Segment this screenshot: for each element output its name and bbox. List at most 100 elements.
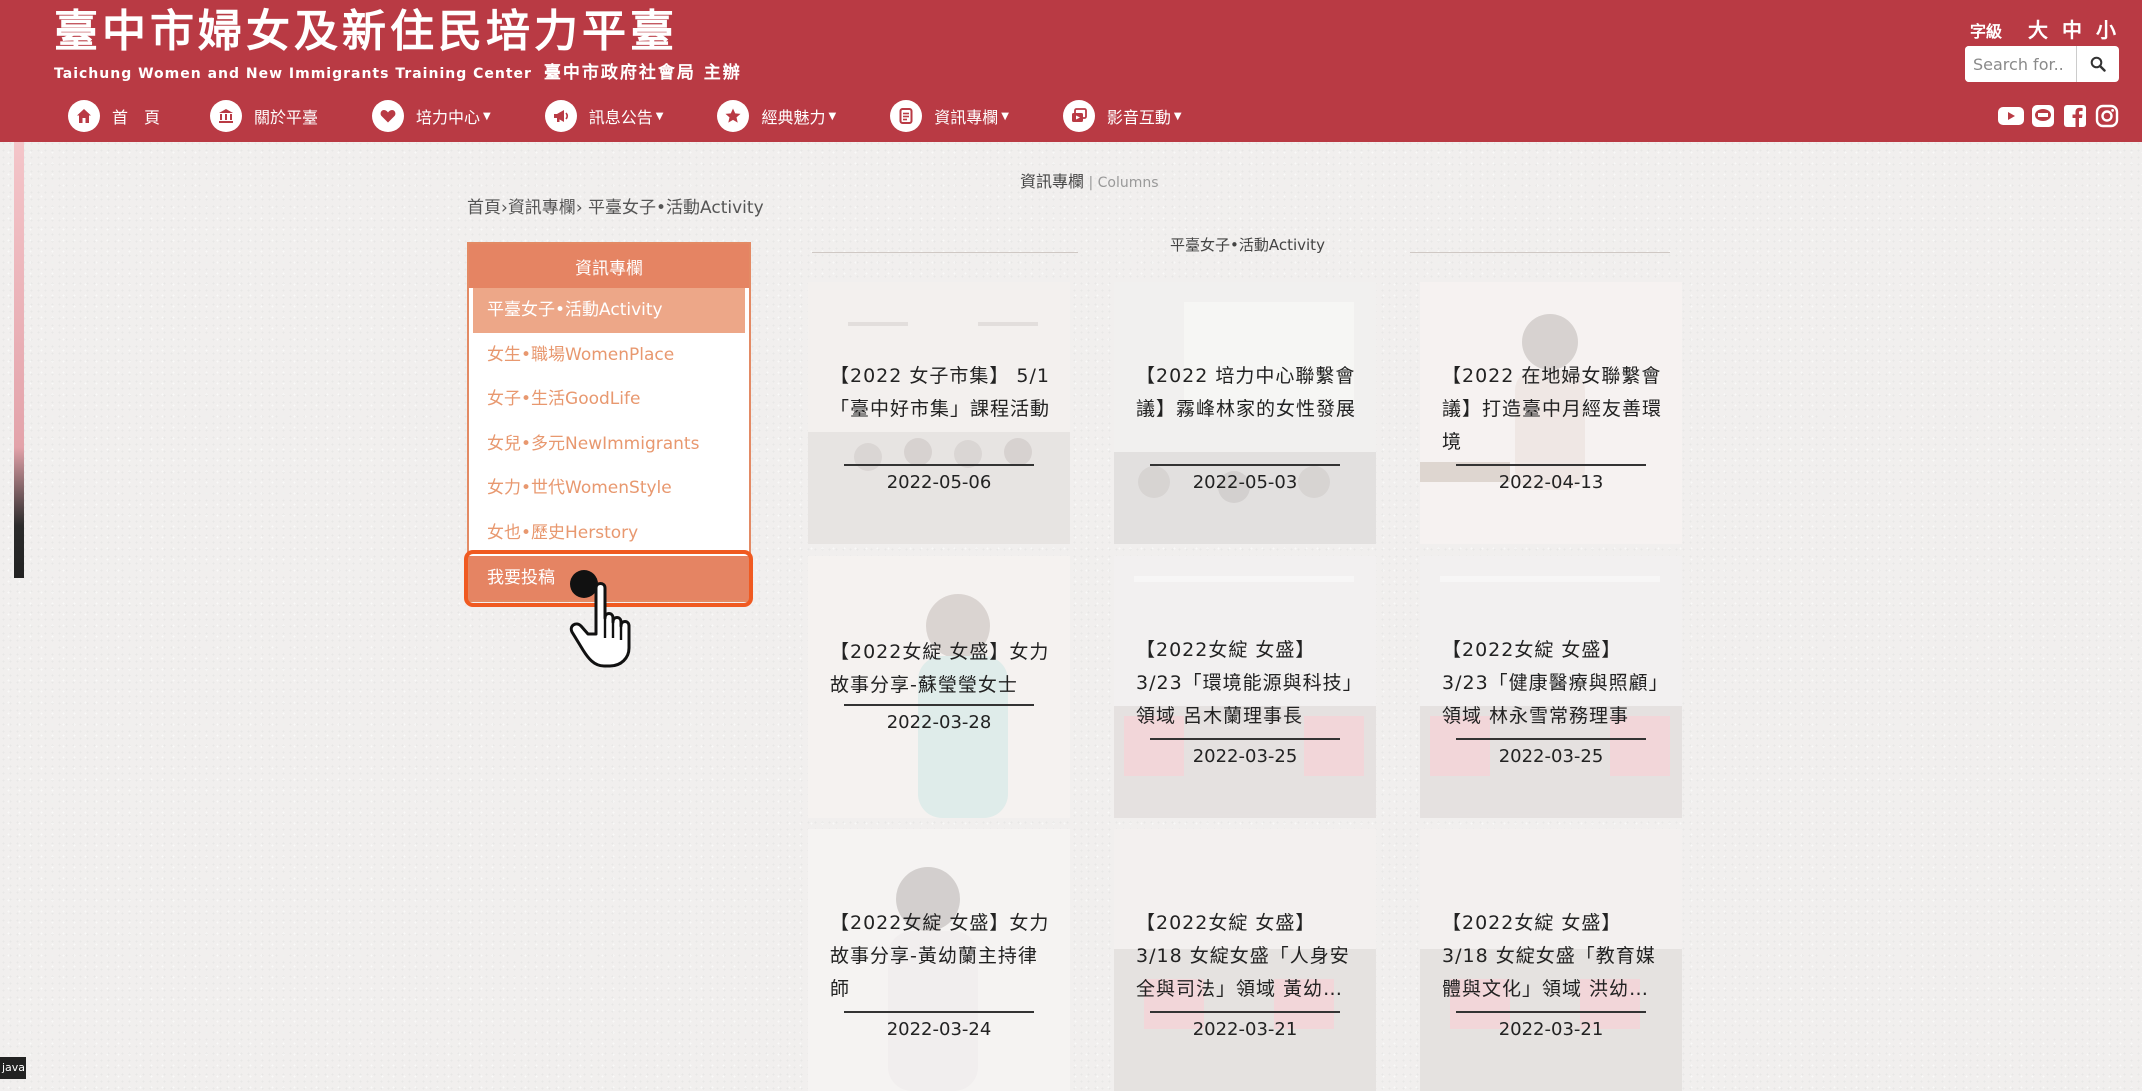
article-date: 2022-03-25: [1456, 738, 1646, 767]
article-date: 2022-03-21: [1150, 1011, 1340, 1040]
site-subtitle: Taichung Women and New Immigrants Traini…: [54, 58, 742, 83]
line-icon: [2032, 105, 2054, 127]
article-card[interactable]: 【2022女綻 女盛】 3/18 女綻女盛「教育媒體與文化」領域 洪幼蘭校長 2…: [1420, 829, 1682, 1091]
nav-label: 經典魅力: [761, 108, 826, 127]
youtube-link[interactable]: [1997, 103, 2025, 129]
breadcrumb-separator: ›: [575, 198, 583, 218]
article-date: 2022-03-25: [1150, 738, 1340, 767]
article-card[interactable]: 【2022女綻 女盛】 3/23「環境能源與科技」領域 呂木蘭理事長 2022-…: [1114, 556, 1376, 818]
article-title: 【2022女綻 女盛】 3/18 女綻女盛「人身安全與司法」領域 黃幼蘭律師: [1136, 912, 1350, 1000]
font-size-large[interactable]: 大: [2028, 18, 2048, 42]
nav-label: 關於平臺: [254, 108, 319, 127]
section-divider: [1410, 252, 1670, 253]
article-card[interactable]: 【2022女綻 女盛】女力故事分享-蘇瑩瑩女士 2022-03-28: [808, 556, 1070, 818]
sidebar-title: 資訊專欄: [469, 244, 749, 288]
youtube-icon: [1998, 107, 2024, 125]
java-badge: java: [0, 1057, 26, 1079]
nav-item-announcements[interactable]: 訊息公告 ▼: [544, 100, 664, 132]
article-card[interactable]: 【2022女綻 女盛】女力故事分享-黃幼蘭主持律師 2022-03-24: [808, 829, 1070, 1091]
article-title: 【2022 在地婦女聯繫會議】打造臺中月經友善環境: [1442, 365, 1663, 453]
nav-label: 首 頁: [112, 108, 161, 127]
chevron-down-icon: ▼: [655, 110, 664, 122]
article-title: 【2022女綻 女盛】 3/18 女綻女盛「教育媒體與文化」領域 洪幼蘭校長: [1442, 912, 1656, 1000]
article-card[interactable]: 【2022 女子市集】 5/1「臺中好市集」課程活動 2022-05-06: [808, 282, 1070, 544]
breadcrumb-separator: ›: [501, 198, 508, 218]
font-size-selector: 字級 大中小: [1970, 14, 2116, 43]
social-links: [1993, 103, 2121, 129]
document-icon: [890, 100, 923, 132]
facebook-link[interactable]: [2061, 103, 2089, 129]
sidebar-item-womenstyle[interactable]: 女力•世代WomenStyle: [473, 466, 745, 511]
site-subtitle-org: 臺中市政府社會局 主辦: [543, 63, 742, 83]
article-date: 2022-03-21: [1456, 1011, 1646, 1040]
article-title: 【2022 培力中心聯繫會議】霧峰林家的女性發展: [1136, 365, 1357, 420]
search-input[interactable]: [1965, 46, 2073, 82]
page-title-en: Columns: [1097, 175, 1159, 191]
article-date: 2022-05-03: [1150, 464, 1340, 493]
megaphone-icon: [544, 100, 577, 132]
nav-item-training-center[interactable]: 培力中心 ▼: [372, 100, 491, 132]
submit-article-button[interactable]: 我要投稿: [469, 555, 749, 601]
sidebar-item-activity[interactable]: 平臺女子•活動Activity: [473, 288, 745, 333]
sidebar-item-womenplace[interactable]: 女生•職場WomenPlace: [473, 333, 745, 378]
font-size-medium[interactable]: 中: [2062, 18, 2082, 42]
nav-item-classic-charm[interactable]: 經典魅力 ▼: [717, 100, 836, 132]
sidebar-item-goodlife[interactable]: 女子•生活GoodLife: [473, 377, 745, 422]
section-divider: [812, 252, 1078, 253]
site-header: 臺中市婦女及新住民培力平臺 Taichung Women and New Imm…: [0, 0, 2142, 142]
breadcrumb: 首頁›資訊專欄› 平臺女子•活動Activity: [467, 193, 764, 218]
nav-item-media[interactable]: 影音互動 ▼: [1062, 100, 1182, 132]
breadcrumb-columns[interactable]: 資訊專欄: [508, 198, 576, 218]
heart-icon: [372, 100, 405, 132]
instagram-link[interactable]: [2093, 103, 2121, 129]
nav-label: 訊息公告: [588, 108, 653, 127]
site-subtitle-en: Taichung Women and New Immigrants Traini…: [54, 66, 532, 82]
chevron-down-icon: ▼: [483, 110, 491, 122]
search-button[interactable]: [2076, 46, 2119, 82]
star-icon: [717, 100, 750, 132]
sidebar-menu: 平臺女子•活動Activity 女生•職場WomenPlace 女子•生活Goo…: [469, 288, 749, 601]
chevron-down-icon: ▼: [1001, 110, 1009, 122]
instagram-icon: [2095, 104, 2119, 128]
chevron-down-icon: ▼: [828, 110, 837, 122]
article-card[interactable]: 【2022女綻 女盛】 3/18 女綻女盛「人身安全與司法」領域 黃幼蘭律師 2…: [1114, 829, 1376, 1091]
breadcrumb-current: 平臺女子•活動Activity: [588, 198, 764, 218]
nav-item-home[interactable]: 首 頁: [68, 100, 160, 132]
font-size-label: 字級: [1969, 22, 2002, 41]
page-title-zh: 資訊專欄: [1020, 172, 1085, 191]
main-nav: 首 頁 關於平臺 培力中心 ▼ 訊息公告 ▼ 經典魅力 ▼ 資訊專欄 ▼ 影音互動 ▼: [68, 100, 1182, 132]
side-decoration: [14, 142, 24, 578]
article-title: 【2022女綻 女盛】女力故事分享-蘇瑩瑩女士: [830, 641, 1050, 696]
breadcrumb-home[interactable]: 首頁: [467, 198, 501, 218]
font-size-small[interactable]: 小: [2096, 18, 2116, 42]
site-title[interactable]: 臺中市婦女及新住民培力平臺: [54, 6, 678, 58]
article-card[interactable]: 【2022 在地婦女聯繫會議】打造臺中月經友善環境 2022-04-13: [1420, 282, 1682, 544]
sidebar: 資訊專欄 平臺女子•活動Activity 女生•職場WomenPlace 女子•…: [467, 242, 751, 603]
article-date: 2022-03-24: [844, 1011, 1034, 1040]
search-box: [1965, 46, 2119, 82]
article-date: 2022-04-13: [1456, 464, 1646, 493]
facebook-icon: [2064, 105, 2086, 127]
article-title: 【2022女綻 女盛】 3/23「健康醫療與照顧」領域 林永雪常務理事: [1442, 639, 1660, 727]
nav-label: 影音互動: [1106, 108, 1171, 127]
section-heading: 平臺女子•活動Activity: [1170, 236, 1325, 254]
home-icon: [68, 100, 100, 132]
article-title: 【2022 女子市集】 5/1「臺中好市集」課程活動: [830, 365, 1051, 420]
article-card[interactable]: 【2022 培力中心聯繫會議】霧峰林家的女性發展 2022-05-03: [1114, 282, 1376, 544]
article-title: 【2022女綻 女盛】女力故事分享-黃幼蘭主持律師: [830, 912, 1050, 1000]
nav-label: 資訊專欄: [934, 108, 999, 127]
nav-label: 培力中心: [416, 108, 481, 127]
sidebar-item-herstory[interactable]: 女也•歷史Herstory: [473, 511, 745, 556]
search-icon: [2090, 56, 2106, 72]
article-date: 2022-05-06: [844, 464, 1034, 493]
nav-item-columns[interactable]: 資訊專欄 ▼: [890, 100, 1009, 132]
chevron-down-icon: ▼: [1173, 110, 1182, 122]
bank-icon: [210, 100, 243, 132]
article-card[interactable]: 【2022女綻 女盛】 3/23「健康醫療與照顧」領域 林永雪常務理事 2022…: [1420, 556, 1682, 818]
video-gallery-icon: [1062, 100, 1095, 132]
article-title: 【2022女綻 女盛】 3/23「環境能源與科技」領域 呂木蘭理事長: [1136, 639, 1354, 727]
nav-item-about[interactable]: 關於平臺: [210, 100, 318, 132]
sidebar-item-newimmigrants[interactable]: 女兒•多元NewImmigrants: [473, 422, 745, 467]
line-link[interactable]: [2029, 103, 2057, 129]
article-date: 2022-03-28: [844, 704, 1034, 733]
